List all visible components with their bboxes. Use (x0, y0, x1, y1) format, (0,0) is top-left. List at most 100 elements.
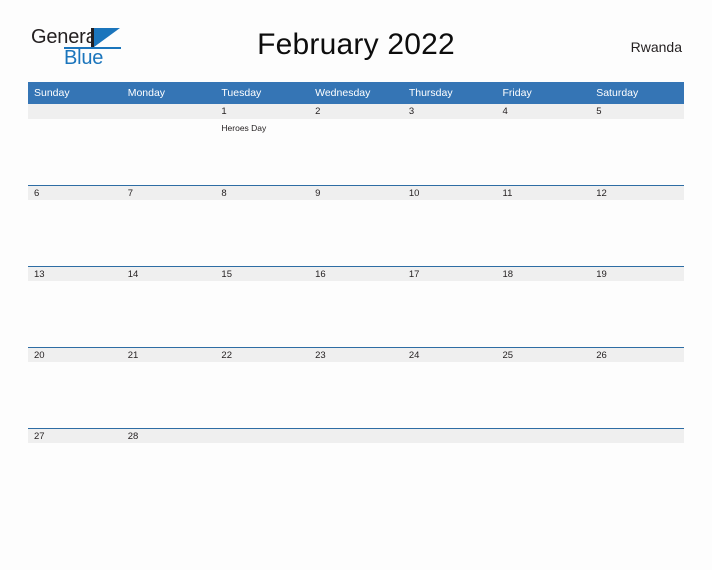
day-cell[interactable]: 23 (309, 347, 403, 428)
day-number-band (402, 428, 497, 443)
day-cell[interactable]: 14 (121, 266, 216, 347)
week-row: 13 14 15 16 17 18 19 (28, 266, 684, 347)
day-number: 11 (502, 188, 513, 199)
day-cell-inner: 14 (121, 266, 216, 347)
day-cell[interactable]: 16 (309, 266, 403, 347)
day-number: 15 (221, 269, 232, 280)
day-number-band: 22 (215, 347, 310, 362)
day-cell[interactable]: 18 (496, 266, 591, 347)
day-events (497, 119, 591, 122)
day-number: 27 (34, 431, 45, 442)
day-cell[interactable]: 10 (402, 185, 497, 266)
week-row: 1 Heroes Day 2 3 4 5 (28, 104, 684, 185)
day-number (28, 104, 122, 106)
day-cell[interactable]: 19 (590, 266, 684, 347)
day-cell[interactable]: 8 (215, 185, 310, 266)
day-number (122, 104, 216, 106)
day-events (28, 200, 122, 203)
day-number: 1 (221, 106, 227, 117)
day-number-band: 21 (121, 347, 216, 362)
day-cell[interactable] (402, 428, 497, 509)
day-cell[interactable]: 28 (121, 428, 216, 509)
day-number (403, 429, 497, 431)
day-number: 21 (127, 350, 139, 361)
weekday-header-monday: Monday (121, 82, 216, 104)
day-cell[interactable]: 7 (121, 185, 216, 266)
weekday-header-saturday: Saturday (590, 82, 684, 104)
day-events (28, 119, 122, 122)
day-number: 5 (596, 106, 602, 117)
day-cell-inner: 22 (215, 347, 310, 428)
day-number-band: 1 (215, 104, 310, 119)
day-cell-inner: 8 (215, 185, 310, 266)
day-events (309, 443, 403, 446)
day-cell[interactable]: 2 (309, 104, 403, 185)
day-events (590, 119, 684, 122)
day-number-band: 3 (402, 104, 497, 119)
day-cell[interactable]: 6 (28, 185, 122, 266)
day-events (309, 281, 403, 284)
day-number-band: 6 (28, 185, 122, 200)
day-cell[interactable] (496, 428, 591, 509)
day-events (403, 362, 497, 365)
day-number-band: 26 (590, 347, 684, 362)
weekday-header-wednesday: Wednesday (309, 82, 403, 104)
page-title: February 2022 (257, 28, 455, 61)
day-number: 14 (127, 269, 139, 280)
day-cell[interactable] (215, 428, 310, 509)
day-events (403, 200, 497, 203)
day-cell[interactable]: 27 (28, 428, 122, 509)
day-cell[interactable]: 25 (496, 347, 591, 428)
day-number-band (309, 428, 403, 443)
day-cell[interactable]: 5 (590, 104, 684, 185)
day-events (590, 443, 684, 446)
day-cell[interactable]: 9 (309, 185, 403, 266)
weekday-headers: Sunday Monday Tuesday Wednesday Thursday Frid… (28, 82, 684, 104)
day-cell-inner (28, 104, 122, 185)
day-cell[interactable]: 26 (590, 347, 684, 428)
day-cell-inner: 7 (121, 185, 216, 266)
day-number: 22 (221, 350, 232, 361)
day-events (590, 281, 684, 284)
day-cell[interactable]: 17 (402, 266, 497, 347)
day-cell[interactable] (28, 104, 122, 185)
day-number: 3 (408, 106, 415, 117)
day-cell[interactable]: 13 (28, 266, 122, 347)
day-cell-inner: 23 (309, 347, 403, 428)
day-cell[interactable] (590, 428, 684, 509)
day-cell[interactable]: 12 (590, 185, 684, 266)
day-cell-inner: 17 (402, 266, 497, 347)
day-number: 7 (127, 188, 133, 199)
day-cell[interactable]: 1 Heroes Day (215, 104, 310, 185)
day-cell-inner: 27 (28, 428, 122, 509)
day-events (309, 119, 403, 122)
day-events (497, 200, 591, 203)
day-number-band: 12 (590, 185, 684, 200)
day-number: 20 (34, 350, 45, 361)
day-cell-inner: 12 (590, 185, 684, 266)
day-events (403, 443, 497, 446)
day-cell[interactable] (121, 104, 216, 185)
day-events (122, 443, 216, 446)
day-number: 4 (502, 106, 508, 117)
day-cell[interactable]: 11 (496, 185, 591, 266)
day-cell[interactable]: 24 (402, 347, 497, 428)
day-cell[interactable]: 4 (496, 104, 591, 185)
month-grid: Sunday Monday Tuesday Wednesday Thursday Frid… (28, 82, 684, 509)
day-cell-inner: 6 (28, 185, 122, 266)
day-number: 16 (315, 269, 326, 280)
day-number-band: 28 (121, 428, 216, 443)
day-cell[interactable] (309, 428, 403, 509)
day-cell[interactable]: 15 (215, 266, 310, 347)
weekday-header-tuesday: Tuesday (215, 82, 310, 104)
day-cell[interactable]: 3 (402, 104, 497, 185)
day-number-band (28, 104, 122, 119)
day-cell[interactable]: 22 (215, 347, 310, 428)
day-cell[interactable]: 21 (121, 347, 216, 428)
day-number-band (215, 428, 310, 443)
day-cell-inner: 1 Heroes Day (215, 104, 310, 185)
day-number-band: 11 (496, 185, 591, 200)
day-cell[interactable]: 20 (28, 347, 122, 428)
day-number-band: 7 (121, 185, 216, 200)
weekday-header-thursday: Thursday (402, 82, 497, 104)
